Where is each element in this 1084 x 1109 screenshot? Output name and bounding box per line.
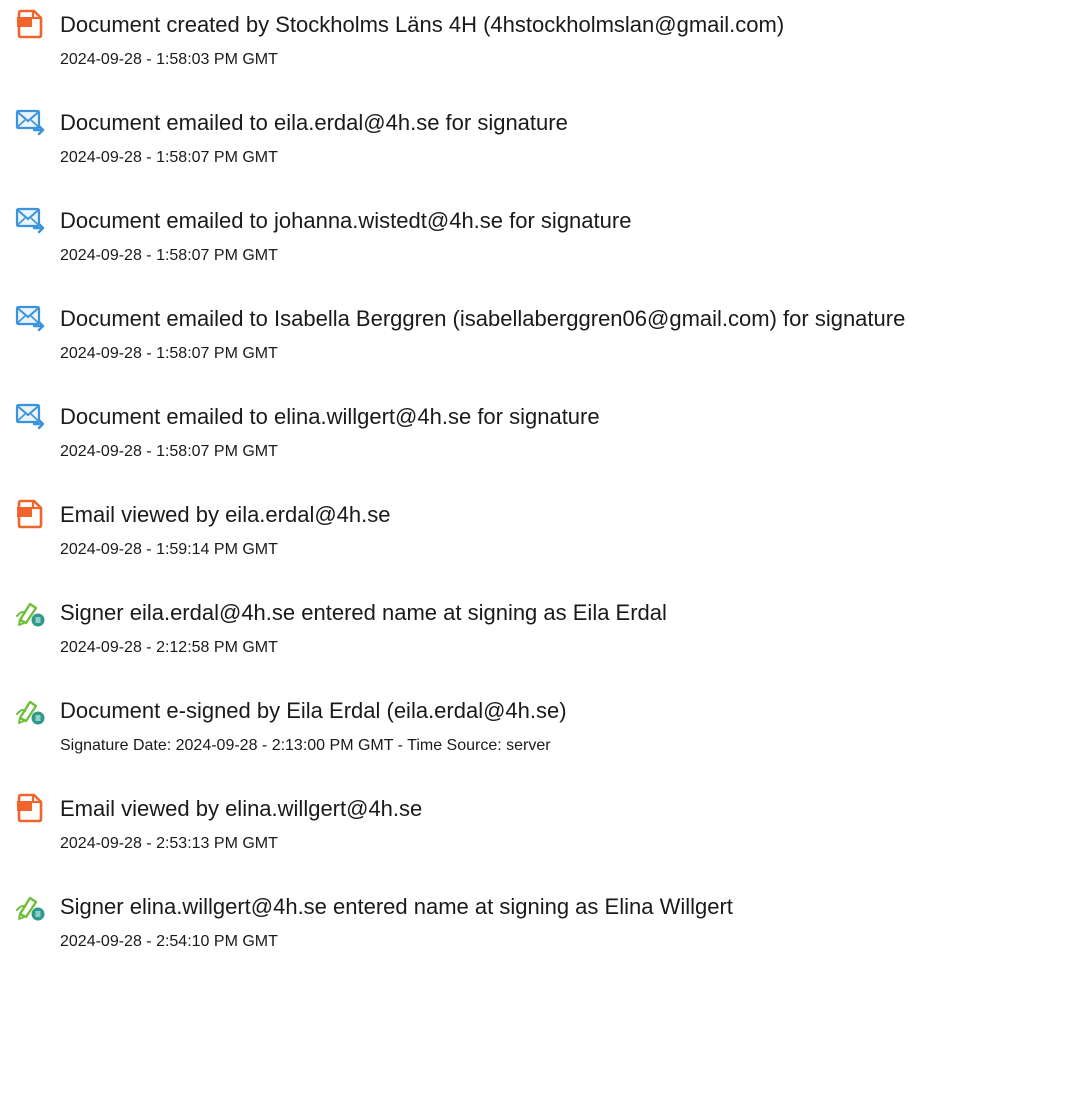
- signature-icon: [14, 890, 46, 922]
- audit-event: Document created by Stockholms Läns 4H (…: [0, 0, 1084, 90]
- audit-event: Document e-signed by Eila Erdal (eila.er…: [0, 686, 1084, 776]
- audit-event: Document emailed to elina.willgert@4h.se…: [0, 392, 1084, 482]
- event-timestamp: 2024-09-28 - 2:53:13 PM GMT: [60, 835, 278, 852]
- event-title: Document e-signed by Eila Erdal (eila.er…: [60, 698, 567, 723]
- audit-event: Email viewed by eila.erdal@4h.se 2024-09-…: [0, 490, 1084, 580]
- event-timestamp: 2024-09-28 - 1:58:07 PM GMT: [60, 247, 278, 264]
- event-title: Document emailed to johanna.wistedt@4h.s…: [60, 208, 632, 233]
- event-timestamp: 2024-09-28 - 1:58:07 PM GMT: [60, 149, 278, 166]
- email-icon: [14, 302, 46, 334]
- event-timestamp: 2024-09-28 - 2:12:58 PM GMT: [60, 639, 278, 656]
- event-timestamp: 2024-09-28 - 1:58:03 PM GMT: [60, 51, 278, 68]
- audit-event: Document emailed to eila.erdal@4h.se for…: [0, 98, 1084, 188]
- event-title: Signer elina.willgert@4h.se entered name…: [60, 894, 733, 919]
- event-title: Document emailed to elina.willgert@4h.se…: [60, 404, 600, 429]
- event-title: Document emailed to Isabella Berggren (i…: [60, 306, 906, 331]
- email-icon: [14, 400, 46, 432]
- audit-event: Document emailed to Isabella Berggren (i…: [0, 294, 1084, 384]
- event-timestamp: 2024-09-28 - 2:54:10 PM GMT: [60, 933, 278, 950]
- event-timestamp: 2024-09-28 - 1:58:07 PM GMT: [60, 443, 278, 460]
- signature-icon: [14, 694, 46, 726]
- email-icon: [14, 204, 46, 236]
- event-title: Document emailed to eila.erdal@4h.se for…: [60, 110, 568, 135]
- document-icon: [14, 792, 46, 824]
- event-title: Email viewed by elina.willgert@4h.se: [60, 796, 423, 821]
- event-timestamp: 2024-09-28 - 1:58:07 PM GMT: [60, 345, 278, 362]
- document-icon: [14, 498, 46, 530]
- event-title: Email viewed by eila.erdal@4h.se: [60, 502, 391, 527]
- signature-icon: [14, 596, 46, 628]
- audit-event: Document emailed to johanna.wistedt@4h.s…: [0, 196, 1084, 286]
- event-timestamp: 2024-09-28 - 1:59:14 PM GMT: [60, 541, 278, 558]
- email-icon: [14, 106, 46, 138]
- audit-event: Signer eila.erdal@4h.se entered name at …: [0, 588, 1084, 678]
- audit-event: Signer elina.willgert@4h.se entered name…: [0, 882, 1084, 972]
- audit-event: Email viewed by elina.willgert@4h.se 2024…: [0, 784, 1084, 874]
- document-icon: [14, 8, 46, 40]
- event-timestamp: Signature Date: 2024-09-28 - 2:13:00 PM …: [60, 737, 551, 754]
- event-title: Document created by Stockholms Läns 4H (…: [60, 12, 785, 37]
- event-title: Signer eila.erdal@4h.se entered name at …: [60, 600, 667, 625]
